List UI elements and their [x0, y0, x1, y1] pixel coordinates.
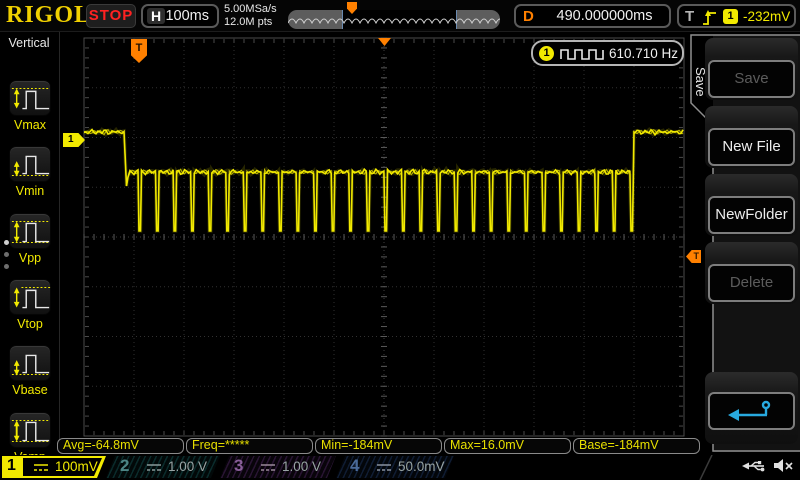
- horizontal-timebase-box[interactable]: H 100ms: [141, 4, 219, 28]
- new-folder-button[interactable]: NewFolder: [708, 196, 795, 234]
- freq-readout: Freq=*****: [186, 438, 313, 454]
- sample-rate: 5.00MSa/s: [224, 3, 277, 16]
- vmin-button[interactable]: [9, 146, 51, 182]
- trigger-level-value: -232mV: [743, 9, 790, 24]
- vamp-button[interactable]: [9, 412, 51, 448]
- rising-edge-icon: [701, 7, 718, 27]
- return-arrow-icon: [726, 399, 778, 423]
- vmin-label: Vmin: [0, 184, 60, 198]
- avg-readout: Avg=-64.8mV: [57, 438, 184, 454]
- counter-channel-badge: 1: [539, 46, 554, 61]
- channel1-offset-marker[interactable]: 1: [63, 133, 85, 147]
- dc-coupling-icon: [376, 463, 392, 473]
- oscilloscope-screen: RIGOL STOP H 100ms 5.00MSa/s 12.0M pts D…: [0, 0, 800, 480]
- vtop-button[interactable]: [9, 279, 51, 315]
- channel3-number: 3: [234, 456, 243, 476]
- save-button[interactable]: Save: [708, 60, 795, 98]
- channel1-scale: 100mV: [55, 459, 98, 474]
- channel4-scale: 50.0mV: [398, 459, 445, 474]
- trigger-source-badge: 1: [723, 9, 738, 24]
- channel4-number: 4: [350, 456, 359, 476]
- channel4-status[interactable]: 4 50.0mV: [336, 456, 454, 478]
- trigger-level-marker[interactable]: T: [686, 250, 701, 263]
- square-wave-icon: [559, 47, 605, 61]
- top-status-bar: RIGOL STOP H 100ms 5.00MSa/s 12.0M pts D…: [0, 0, 800, 32]
- measurement-sidebar: Vertical Vmax Vmin: [0, 32, 60, 452]
- dc-coupling-icon: [260, 463, 276, 473]
- new-file-button[interactable]: New File: [708, 128, 795, 166]
- delay-box[interactable]: D 490.000000ms: [514, 4, 671, 28]
- softkey-delete[interactable]: Delete: [705, 242, 798, 304]
- measurement-readouts: Avg=-64.8mV Freq=***** Min=-184mV Max=16…: [57, 438, 700, 454]
- base-readout: Base=-184mV: [573, 438, 700, 454]
- channel1-status[interactable]: 1 100mV: [2, 456, 106, 478]
- waveform-overview-bar[interactable]: [288, 10, 500, 29]
- run-stop-status[interactable]: STOP: [86, 4, 136, 28]
- vbase-icon: [10, 346, 52, 382]
- trigger-position-marker[interactable]: T: [131, 39, 147, 63]
- dc-coupling-icon: [33, 463, 49, 473]
- dc-coupling-icon: [146, 463, 162, 473]
- frequency-counter: 1 610.710 Hz: [531, 40, 684, 66]
- horizontal-label: H: [147, 8, 165, 24]
- vmax-icon: [10, 81, 52, 117]
- memory-depth: 12.0M pts: [224, 16, 277, 29]
- vmin-icon: [10, 147, 52, 183]
- channel2-scale: 1.00 V: [168, 459, 207, 474]
- vpp-button[interactable]: [9, 213, 51, 249]
- max-readout: Max=16.0mV: [444, 438, 571, 454]
- softkey-save[interactable]: Save: [705, 38, 798, 100]
- usb-icon: [741, 459, 767, 473]
- channel1-number: 1: [7, 457, 16, 475]
- rigol-logo: RIGOL: [6, 2, 91, 29]
- vmax-label: Vmax: [0, 118, 60, 132]
- counter-frequency-value: 610.710 Hz: [609, 46, 678, 61]
- vpp-label: Vpp: [0, 251, 60, 265]
- vamp-icon: [10, 413, 52, 449]
- trigger-label: T: [685, 8, 694, 25]
- timebase-value: 100ms: [165, 8, 209, 24]
- acquisition-info: 5.00MSa/s 12.0M pts: [224, 3, 277, 29]
- softkey-back[interactable]: [705, 372, 798, 444]
- bar-divider: [698, 455, 716, 480]
- channel3-scale: 1.00 V: [282, 459, 321, 474]
- vtop-icon: [10, 280, 52, 316]
- vbase-button[interactable]: [9, 345, 51, 381]
- channel2-number: 2: [120, 456, 129, 476]
- graticule-and-waveform-display: [0, 0, 800, 480]
- delay-center-marker-icon: [378, 38, 391, 46]
- vtop-label: Vtop: [0, 317, 60, 331]
- delay-label: D: [523, 8, 534, 25]
- delete-button[interactable]: Delete: [708, 264, 795, 302]
- softkey-new-file[interactable]: New File: [705, 106, 798, 168]
- delay-value: 490.000000ms: [546, 8, 663, 24]
- channel-status-bar: 1 100mV 2 1.00 V 3: [0, 455, 800, 480]
- back-button[interactable]: [708, 392, 795, 430]
- vpp-icon: [10, 214, 52, 250]
- vbase-label: Vbase: [0, 383, 60, 397]
- trigger-status-box[interactable]: T 1 -232mV: [677, 4, 796, 28]
- vmax-button[interactable]: [9, 80, 51, 116]
- min-readout: Min=-184mV: [315, 438, 442, 454]
- measurement-menu-title: Vertical: [0, 36, 58, 50]
- channel3-status[interactable]: 3 1.00 V: [220, 456, 336, 478]
- overview-waveform: [288, 10, 500, 29]
- speaker-muted-icon: [773, 458, 794, 473]
- softkey-new-folder[interactable]: NewFolder: [705, 174, 798, 236]
- channel2-status[interactable]: 2 1.00 V: [106, 456, 220, 478]
